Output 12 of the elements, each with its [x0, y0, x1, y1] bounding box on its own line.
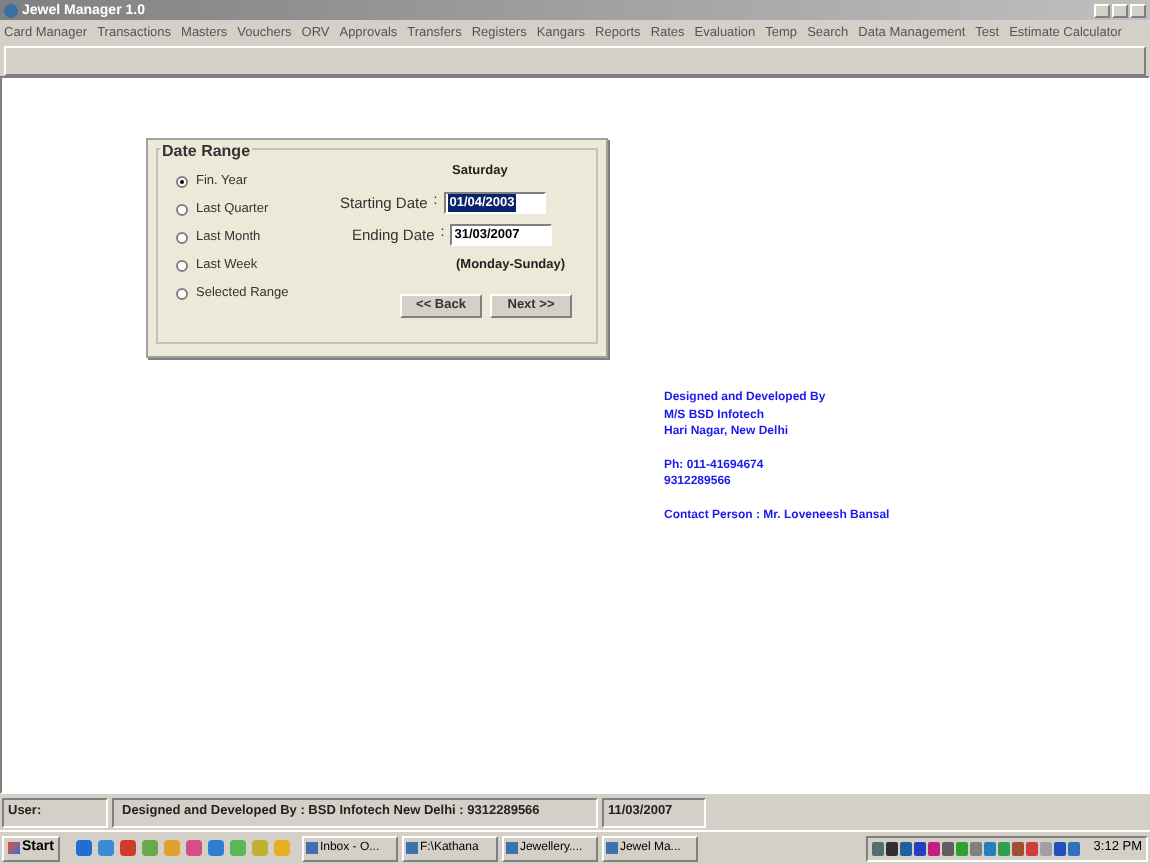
window-icon [605, 842, 618, 854]
radio-button[interactable] [176, 259, 188, 271]
group-title: Date Range [160, 140, 253, 164]
windows-logo-icon [8, 842, 20, 854]
radio-button[interactable] [176, 175, 188, 187]
window-icon [405, 842, 418, 854]
window-icon [505, 842, 518, 854]
radio-button[interactable] [176, 203, 188, 215]
app-icon [4, 3, 18, 17]
radio-button[interactable] [176, 287, 188, 299]
window-icon [305, 842, 318, 854]
radio-button[interactable] [176, 231, 188, 243]
